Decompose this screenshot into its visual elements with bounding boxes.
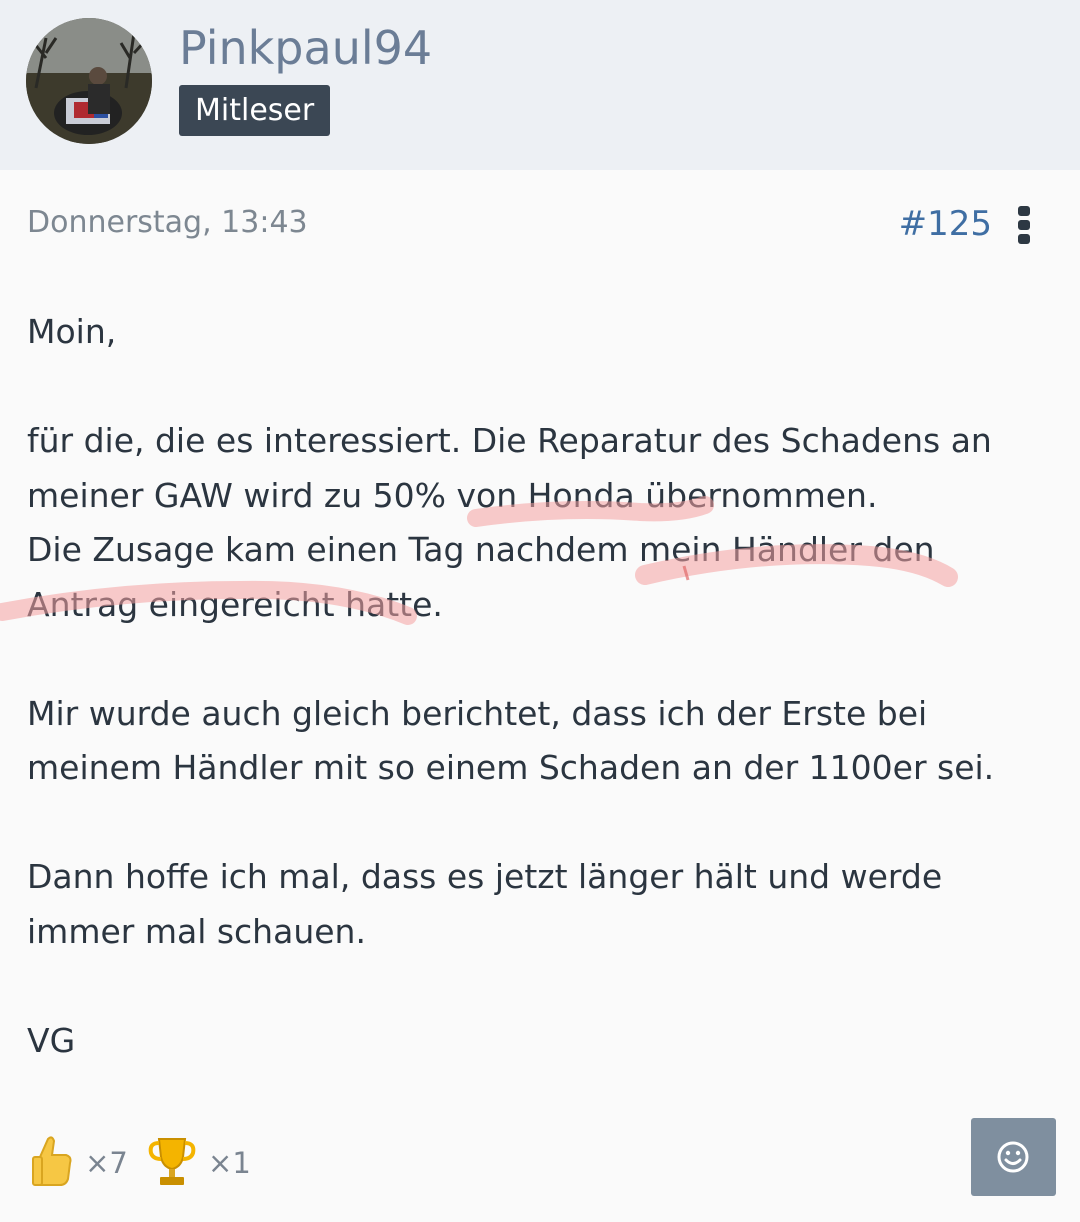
thumbs-up-icon [30,1135,74,1191]
trophy-count: ×1 [208,1146,251,1180]
post-line: Antrag eingereicht hatte. [27,584,443,624]
post-line: Dann hoffe ich mal, dass es jetzt länger… [27,857,943,896]
author-role-badge: Mitleser [179,85,331,136]
reaction-thumbs-up[interactable]: ×7 [30,1135,142,1191]
post-date[interactable]: Donnerstag, 13:43 [27,203,308,243]
post-line: meinem Händler mit so einem Schaden an d… [27,748,995,787]
smiley-icon [997,1141,1029,1173]
post-author-header: Pinkpaul94 Mitleser [0,0,1080,170]
more-options-icon[interactable] [1016,206,1032,244]
post-line: immer mal schauen. [27,911,366,951]
post-line: Mir wurde auch gleich berichtet, dass ic… [27,693,928,733]
avatar[interactable] [26,18,152,144]
author-username[interactable]: Pinkpaul94 [179,20,432,76]
post-line: meiner GAW wird zu 50% von Honda übernom… [27,475,878,515]
add-reaction-button[interactable] [971,1118,1056,1196]
post-line: für die, die es interessiert. Die Repara… [27,421,992,460]
post-content: Moin, für die, die es interessiert. Die … [27,305,1057,1068]
reaction-trophy[interactable]: ×1 [147,1135,265,1191]
post-number-link[interactable]: #125 [899,202,992,246]
thumbs-up-count: ×7 [85,1146,128,1180]
post-line: Moin, [27,312,117,351]
post-line: VG [27,1020,76,1060]
trophy-icon [147,1135,197,1191]
post-line: Die Zusage kam einen Tag nachdem mein Hä… [27,530,935,569]
reaction-summary[interactable]: ×7 ×1 [30,1135,265,1191]
